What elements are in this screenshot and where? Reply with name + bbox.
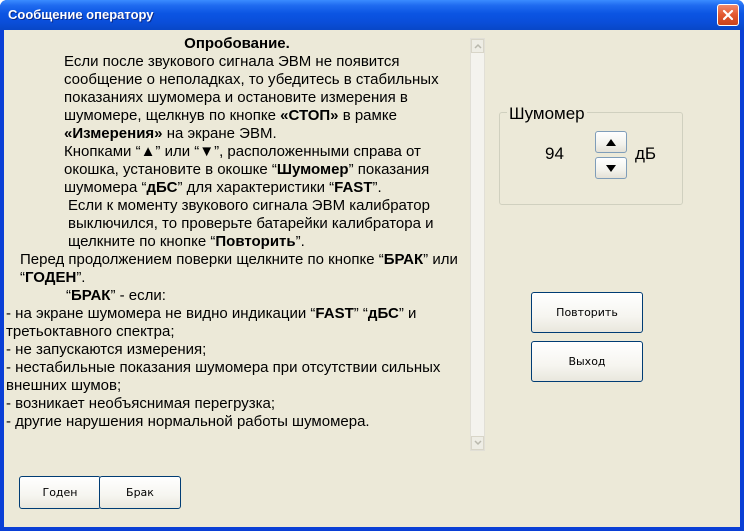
title-bar[interactable]: Сообщение оператору bbox=[0, 0, 744, 30]
list-item: - возникает необъяснимая перегрузка; bbox=[6, 395, 276, 412]
reject-button[interactable]: Брак bbox=[99, 476, 181, 509]
message-heading: Опробование. bbox=[184, 35, 290, 52]
meter-group-title: Шумомер bbox=[507, 104, 587, 124]
exit-button[interactable]: Выход bbox=[531, 341, 643, 382]
meter-decrease-button[interactable] bbox=[595, 157, 627, 179]
close-button[interactable] bbox=[717, 4, 739, 26]
list-item: - другие нарушения нормальной работы шум… bbox=[6, 413, 370, 430]
meter-value: 94 bbox=[545, 144, 564, 163]
repeat-button[interactable]: Повторить bbox=[531, 292, 643, 333]
message-text-area: Опробование. Если после звукового сигнал… bbox=[6, 35, 468, 450]
scroll-down-button[interactable] bbox=[471, 436, 484, 450]
triangle-down-icon bbox=[606, 164, 616, 172]
meter-increase-button[interactable] bbox=[595, 131, 627, 153]
dialog-window: Сообщение оператору Опробование. Если по… bbox=[0, 0, 744, 531]
message-paragraph-4: Перед продолжением поверки щелкните по к… bbox=[20, 251, 458, 286]
chevron-up-icon bbox=[473, 43, 482, 49]
meter-unit: дБ bbox=[635, 144, 657, 163]
message-paragraph-2: Кнопками “▲” или “▼”, расположенными спр… bbox=[64, 143, 430, 196]
list-item: - на экране шумомера не видно индикации … bbox=[6, 305, 417, 340]
list-item: - нестабильные показания шумомера при от… bbox=[6, 359, 441, 394]
triangle-up-icon bbox=[606, 138, 616, 146]
message-paragraph-3: Если к моменту звукового сигнала ЭВМ кал… bbox=[68, 197, 434, 250]
close-icon bbox=[722, 9, 734, 21]
scroll-up-button[interactable] bbox=[471, 39, 484, 53]
dialog-body: Опробование. Если после звукового сигнал… bbox=[4, 30, 740, 527]
list-item: - не запускаются измерения; bbox=[6, 341, 207, 358]
good-button[interactable]: Годен bbox=[19, 476, 101, 509]
chevron-down-icon bbox=[473, 440, 482, 446]
message-paragraph-5: “БРАК” - если: bbox=[66, 287, 166, 304]
window-title: Сообщение оператору bbox=[8, 7, 154, 22]
message-paragraph-1: Если после звукового сигнала ЭВМ не появ… bbox=[64, 53, 439, 142]
message-scrollbar[interactable] bbox=[470, 38, 485, 451]
